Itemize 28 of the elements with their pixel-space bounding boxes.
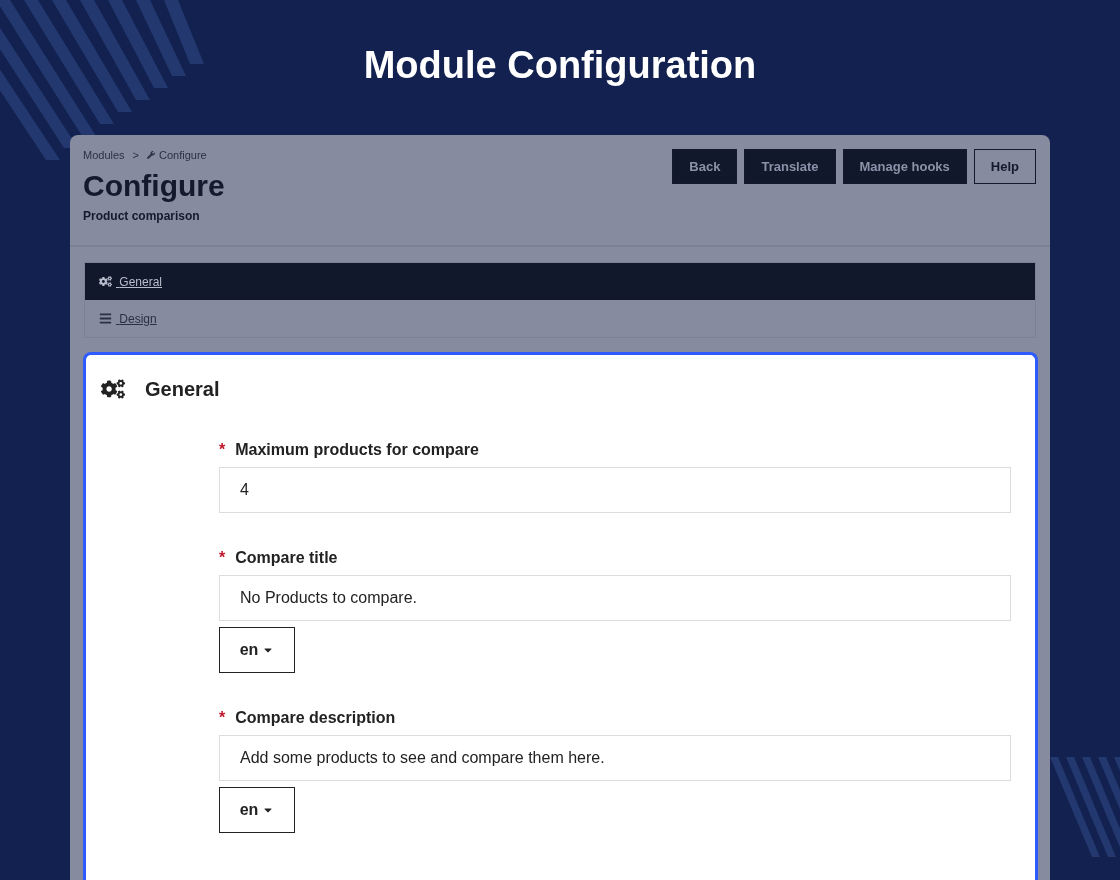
page-title: Configure xyxy=(83,169,225,203)
language-dropdown[interactable]: en xyxy=(219,787,295,833)
toolbar-button[interactable]: Translate xyxy=(744,149,836,184)
breadcrumb-link[interactable]: Configure xyxy=(159,149,207,161)
required-mark: * xyxy=(219,549,226,567)
breadcrumb-separator: > xyxy=(132,149,139,161)
toolbar-button[interactable]: Manage hooks xyxy=(842,149,967,184)
toolbar-button[interactable]: Help xyxy=(973,149,1036,184)
wrench-icon xyxy=(147,151,155,159)
input-field[interactable]: 4 xyxy=(219,467,1011,513)
section-title: General xyxy=(145,377,220,401)
breadcrumb-link[interactable]: Modules xyxy=(83,149,125,161)
gears-icon xyxy=(99,275,112,288)
language-dropdown[interactable]: en xyxy=(219,627,295,673)
list-icon xyxy=(99,312,112,325)
field-label: Compare description xyxy=(235,709,396,727)
input-field[interactable]: No Products to compare. xyxy=(219,575,1011,621)
gears-icon xyxy=(101,377,125,401)
input-field[interactable]: Add some products to see and compare them here. xyxy=(219,735,1011,781)
required-mark: * xyxy=(219,441,226,459)
field-label: Compare title xyxy=(235,549,338,567)
required-mark: * xyxy=(219,709,226,727)
config-tab[interactable]: General xyxy=(85,263,1035,300)
page-headline: Module Configuration xyxy=(363,44,757,88)
field-label: Maximum products for compare xyxy=(235,441,479,459)
config-tab[interactable]: Design xyxy=(85,300,1035,337)
toolbar-button[interactable]: Back xyxy=(672,149,738,184)
page-subtitle: Product comparison xyxy=(83,209,201,223)
